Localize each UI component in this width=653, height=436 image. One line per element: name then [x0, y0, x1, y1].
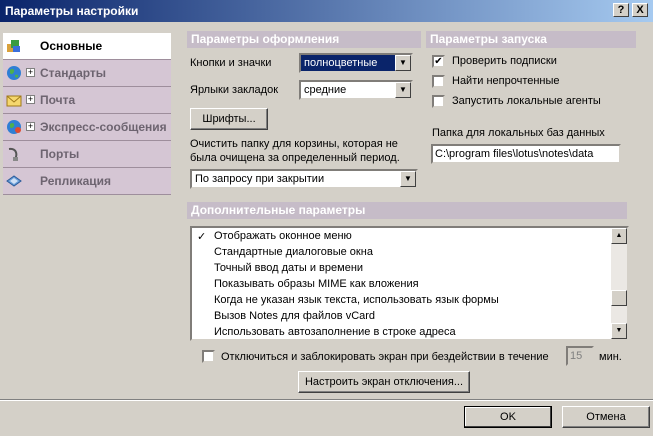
list-item[interactable]: Когда не указан язык текста, использоват…: [214, 294, 499, 310]
globe-messaging-icon: [7, 120, 21, 134]
globe-icon: [7, 66, 21, 80]
check-subscriptions-label: Проверить подписки: [452, 55, 557, 67]
list-scrollbar[interactable]: ▲ ▼: [611, 228, 627, 339]
port-plug-icon: [8, 147, 18, 161]
sidebar-item-replication[interactable]: Репликация: [3, 168, 171, 195]
cancel-button[interactable]: Отмена: [562, 406, 650, 428]
scroll-down-icon[interactable]: ▼: [611, 323, 627, 339]
chevron-down-icon[interactable]: ▼: [395, 82, 411, 98]
run-local-agents-label: Запустить локальные агенты: [452, 95, 601, 107]
check-icon: ✓: [197, 231, 207, 243]
sidebar-item-label: Экспресс-сообщения: [40, 120, 167, 134]
list-item[interactable]: Отображать оконное меню: [214, 230, 352, 246]
appearance-header: Параметры оформления: [187, 31, 421, 48]
expand-icon[interactable]: +: [26, 68, 35, 77]
list-item[interactable]: Вызов Notes для файлов vCard: [214, 310, 375, 326]
lockout-checkbox[interactable]: [202, 350, 215, 363]
find-unread-checkbox[interactable]: [432, 75, 445, 88]
tabs-size-select[interactable]: средние ▼: [299, 80, 413, 100]
tabs-label: Ярлыки закладок: [190, 84, 279, 96]
lockout-minutes-input[interactable]: 15: [566, 346, 594, 366]
sidebar-item-label: Порты: [40, 147, 80, 161]
list-item[interactable]: Показывать образы MIME как вложения: [214, 278, 419, 294]
configure-lockout-button[interactable]: Настроить экран отключения...: [298, 371, 470, 393]
fonts-button[interactable]: Шрифты...: [190, 108, 268, 130]
check-subscriptions-checkbox[interactable]: ✔: [432, 55, 445, 68]
sidebar-item-label: Репликация: [40, 174, 112, 188]
find-unread-label: Найти непрочтенные: [452, 75, 560, 87]
envelope-icon: [6, 95, 22, 107]
title-bar: Параметры настройки ? X: [0, 0, 653, 22]
sidebar-item-ports[interactable]: Порты: [3, 141, 171, 168]
sidebar-item-basics[interactable]: Основные: [3, 33, 171, 60]
minutes-unit-label: мин.: [599, 351, 622, 363]
sidebar-item-label: Основные: [40, 39, 103, 53]
basics-icon: [7, 40, 20, 52]
help-button[interactable]: ?: [613, 3, 629, 17]
trash-cleanup-select[interactable]: По запросу при закрытии ▼: [190, 169, 418, 189]
local-db-label: Папка для локальных баз данных: [432, 127, 605, 139]
buttons-icons-select[interactable]: полноцветные ▼: [299, 53, 413, 73]
ok-button[interactable]: OK: [464, 406, 552, 428]
chevron-down-icon[interactable]: ▼: [400, 171, 416, 187]
trash-text-line1: Очистить папку для корзины, которая не: [190, 138, 398, 150]
sidebar-item-label: Стандарты: [40, 66, 107, 80]
sidebar-item-standards[interactable]: + Стандарты: [3, 60, 171, 87]
list-item[interactable]: Точный ввод даты и времени: [214, 262, 363, 278]
expand-icon[interactable]: +: [26, 95, 35, 104]
sidebar-item-mail[interactable]: + Почта: [3, 87, 171, 114]
additional-header: Дополнительные параметры: [187, 202, 627, 219]
close-button[interactable]: X: [632, 3, 648, 17]
list-item[interactable]: Использовать автозаполнение в строке адр…: [214, 326, 456, 339]
expand-icon[interactable]: +: [26, 122, 35, 131]
footer-divider: [0, 399, 653, 401]
sidebar-item-label: Почта: [40, 93, 76, 107]
chevron-down-icon[interactable]: ▼: [395, 55, 411, 71]
list-item[interactable]: Стандартные диалоговые окна: [214, 246, 373, 262]
sidebar: Основные + Стандарты + Почта + Экспресс-…: [3, 33, 171, 396]
trash-text-line2: была очищена за определенный период.: [190, 152, 400, 164]
window-title: Параметры настройки: [5, 4, 139, 18]
replication-icon: [6, 175, 22, 187]
lockout-label: Отключиться и заблокировать экран при бе…: [221, 351, 549, 363]
local-db-path-input[interactable]: C:\program files\lotus\notes\data: [431, 144, 621, 164]
run-local-agents-checkbox[interactable]: [432, 95, 445, 108]
scroll-up-icon[interactable]: ▲: [611, 228, 627, 244]
sidebar-item-instant-messaging[interactable]: + Экспресс-сообщения: [3, 114, 171, 141]
scroll-thumb[interactable]: [611, 290, 627, 306]
additional-options-list[interactable]: ✓ Отображать оконное меню Стандартные ди…: [190, 226, 629, 341]
startup-header: Параметры запуска: [426, 31, 636, 48]
buttons-icons-label: Кнопки и значки: [190, 57, 272, 69]
